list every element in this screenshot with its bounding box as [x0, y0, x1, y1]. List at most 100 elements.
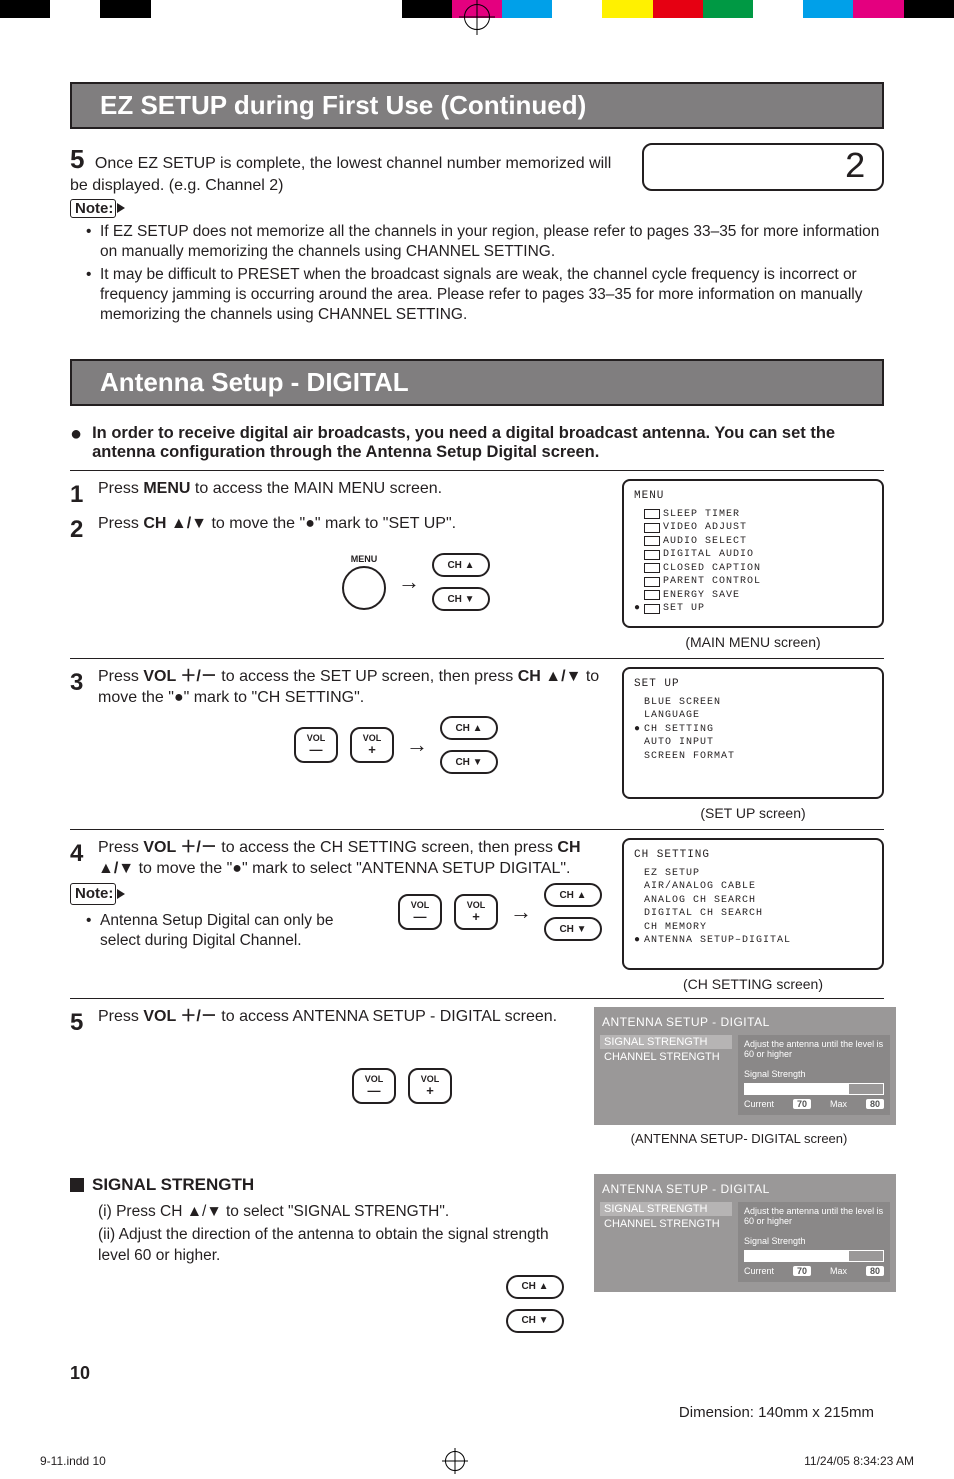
osd-item-icon	[644, 523, 660, 533]
step-5-text: Press VOL ＋/－ to access ANTENNA SETUP - …	[98, 1007, 574, 1038]
osd-menu-item: ANALOG CH SEARCH	[634, 894, 872, 908]
osd-menu-item: SLEEP TIMER	[634, 508, 872, 522]
current-label: Current	[744, 1099, 774, 1109]
gauge-label: Signal Strength	[744, 1236, 884, 1246]
panel-hint: Adjust the antenna until the level is 60…	[744, 1039, 884, 1059]
osd-menu-item: DIGITAL CH SEARCH	[634, 907, 872, 921]
section-heading-ez-setup: EZ SETUP during First Use (Continued)	[70, 82, 884, 129]
max-label: Max	[830, 1266, 847, 1276]
footer-file: 9-11.indd 10	[40, 1454, 106, 1468]
panel-hint: Adjust the antenna until the level is 60…	[744, 1206, 884, 1226]
subsection-heading-signal-strength: SIGNAL STRENGTH	[70, 1174, 574, 1196]
osd-item-icon	[644, 604, 660, 614]
ch-up-button: CH ▲	[432, 553, 490, 577]
step-5-text: Once EZ SETUP is complete, the lowest ch…	[70, 155, 611, 194]
osd-menu-item: AUDIO SELECT	[634, 535, 872, 549]
note-item: If EZ SETUP does not memorize all the ch…	[86, 222, 884, 262]
osd-caption: (ANTENNA SETUP- DIGITAL screen)	[594, 1131, 884, 1146]
vol-plus-button: VOL+	[408, 1068, 452, 1104]
lead-text: In order to receive digital air broadcas…	[92, 424, 884, 462]
ch-down-button: CH ▼	[506, 1309, 564, 1333]
osd-menu-item: LANGUAGE	[634, 709, 872, 723]
current-value: 70	[793, 1266, 811, 1276]
divider	[70, 998, 884, 999]
step-3-text: Press VOL ＋/－ to access the SET UP scree…	[98, 667, 602, 709]
divider	[70, 658, 884, 659]
osd-title: CH SETTING	[634, 848, 872, 863]
divider	[70, 829, 884, 830]
osd-menu-item: BLUE SCREEN	[634, 696, 872, 710]
step-number: 5	[70, 144, 84, 174]
step-number: 4	[70, 838, 98, 880]
sub-step-i: (i) Press CH ▲/▼ to select "SIGNAL STREN…	[98, 1202, 574, 1223]
osd-item-icon	[644, 550, 660, 560]
current-label: Current	[744, 1266, 774, 1276]
channel-number: 2	[844, 147, 868, 188]
step-number: 5	[70, 1007, 98, 1038]
osd-menu-item: ●ANTENNA SETUP–DIGITAL	[634, 934, 872, 948]
max-value: 80	[866, 1266, 884, 1276]
ch-up-button: CH ▲	[440, 716, 498, 740]
page-content: EZ SETUP during First Use (Continued) 5 …	[0, 18, 954, 1431]
vol-plus-button: VOL+	[454, 894, 498, 930]
osd-item-icon	[644, 590, 660, 600]
arrow-icon: →	[510, 898, 532, 927]
osd-menu-item: CLOSED CAPTION	[634, 562, 872, 576]
osd-menu-item: SCREEN FORMAT	[634, 750, 872, 764]
step-number: 2	[70, 514, 98, 545]
channel-display-box: 2	[642, 143, 884, 191]
panel-item-signal-strength: SIGNAL STRENGTH	[600, 1035, 732, 1049]
menu-button-icon	[342, 566, 386, 610]
vol-plus-button: VOL+	[350, 727, 394, 763]
menu-button-label: MENU	[351, 554, 378, 566]
antenna-setup-panel: ANTENNA SETUP - DIGITAL SIGNAL STRENGTH …	[594, 1174, 896, 1292]
osd-caption: (SET UP screen)	[622, 805, 884, 821]
gauge-label: Signal Strength	[744, 1069, 884, 1079]
max-value: 80	[866, 1099, 884, 1109]
osd-menu-item: ●SET UP	[634, 602, 872, 616]
osd-menu-item: ●CH SETTING	[634, 723, 872, 737]
registration-mark-icon	[464, 4, 490, 30]
panel-title: ANTENNA SETUP - DIGITAL	[600, 1180, 890, 1202]
osd-caption: (MAIN MENU screen)	[622, 634, 884, 650]
ch-up-button: CH ▲	[506, 1275, 564, 1299]
vol-minus-button: VOL—	[352, 1068, 396, 1104]
note-list: If EZ SETUP does not memorize all the ch…	[86, 222, 884, 325]
note-item: It may be difficult to PRESET when the b…	[86, 265, 884, 324]
lead-paragraph: ● In order to receive digital air broadc…	[70, 424, 884, 462]
sub-step-ii: (ii) Adjust the direction of the antenna…	[98, 1225, 574, 1267]
arrow-icon: →	[406, 731, 428, 760]
osd-menu-item: VIDEO ADJUST	[634, 521, 872, 535]
panel-title: ANTENNA SETUP - DIGITAL	[600, 1013, 890, 1035]
osd-title: MENU	[634, 489, 872, 504]
dimension-note: Dimension: 140mm x 215mm	[70, 1404, 884, 1421]
footer-date: 11/24/05 8:34:23 AM	[804, 1454, 914, 1468]
osd-main-menu: MENU SLEEP TIMERVIDEO ADJUSTAUDIO SELECT…	[622, 479, 884, 628]
step-4-text: Press VOL ＋/－ to access the CH SETTING s…	[98, 838, 602, 880]
osd-item-icon	[644, 509, 660, 519]
note-label: Note:	[70, 883, 116, 905]
osd-item-icon	[644, 536, 660, 546]
note-item: Antenna Setup Digital can only be select…	[86, 911, 378, 951]
step-5-intro: 5 Once EZ SETUP is complete, the lowest …	[70, 143, 624, 197]
step-2-text: Press CH ▲/▼ to move the "●" mark to "SE…	[98, 514, 602, 545]
ch-down-button: CH ▼	[432, 587, 490, 611]
osd-ch-setting: CH SETTING EZ SETUPAIR/ANALOG CABLEANALO…	[622, 838, 884, 970]
osd-title: SET UP	[634, 677, 872, 692]
arrow-icon: →	[398, 568, 420, 597]
section-heading-antenna: Antenna Setup - DIGITAL	[70, 359, 884, 406]
osd-setup: SET UP BLUE SCREENLANGUAGE●CH SETTINGAUT…	[622, 667, 884, 799]
panel-item-channel-strength: CHANNEL STRENGTH	[600, 1050, 732, 1064]
square-bullet-icon	[70, 1178, 84, 1192]
panel-item-channel-strength: CHANNEL STRENGTH	[600, 1217, 732, 1231]
page-number: 10	[70, 1363, 884, 1384]
antenna-setup-panel: ANTENNA SETUP - DIGITAL SIGNAL STRENGTH …	[594, 1007, 896, 1125]
ch-up-button: CH ▲	[544, 883, 602, 907]
osd-menu-item: AUTO INPUT	[634, 736, 872, 750]
step-number: 3	[70, 667, 98, 709]
osd-item-icon	[644, 563, 660, 573]
ch-down-button: CH ▼	[544, 917, 602, 941]
step-1-text: Press MENU to access the MAIN MENU scree…	[98, 479, 602, 510]
current-value: 70	[793, 1099, 811, 1109]
panel-item-signal-strength: SIGNAL STRENGTH	[600, 1202, 732, 1216]
